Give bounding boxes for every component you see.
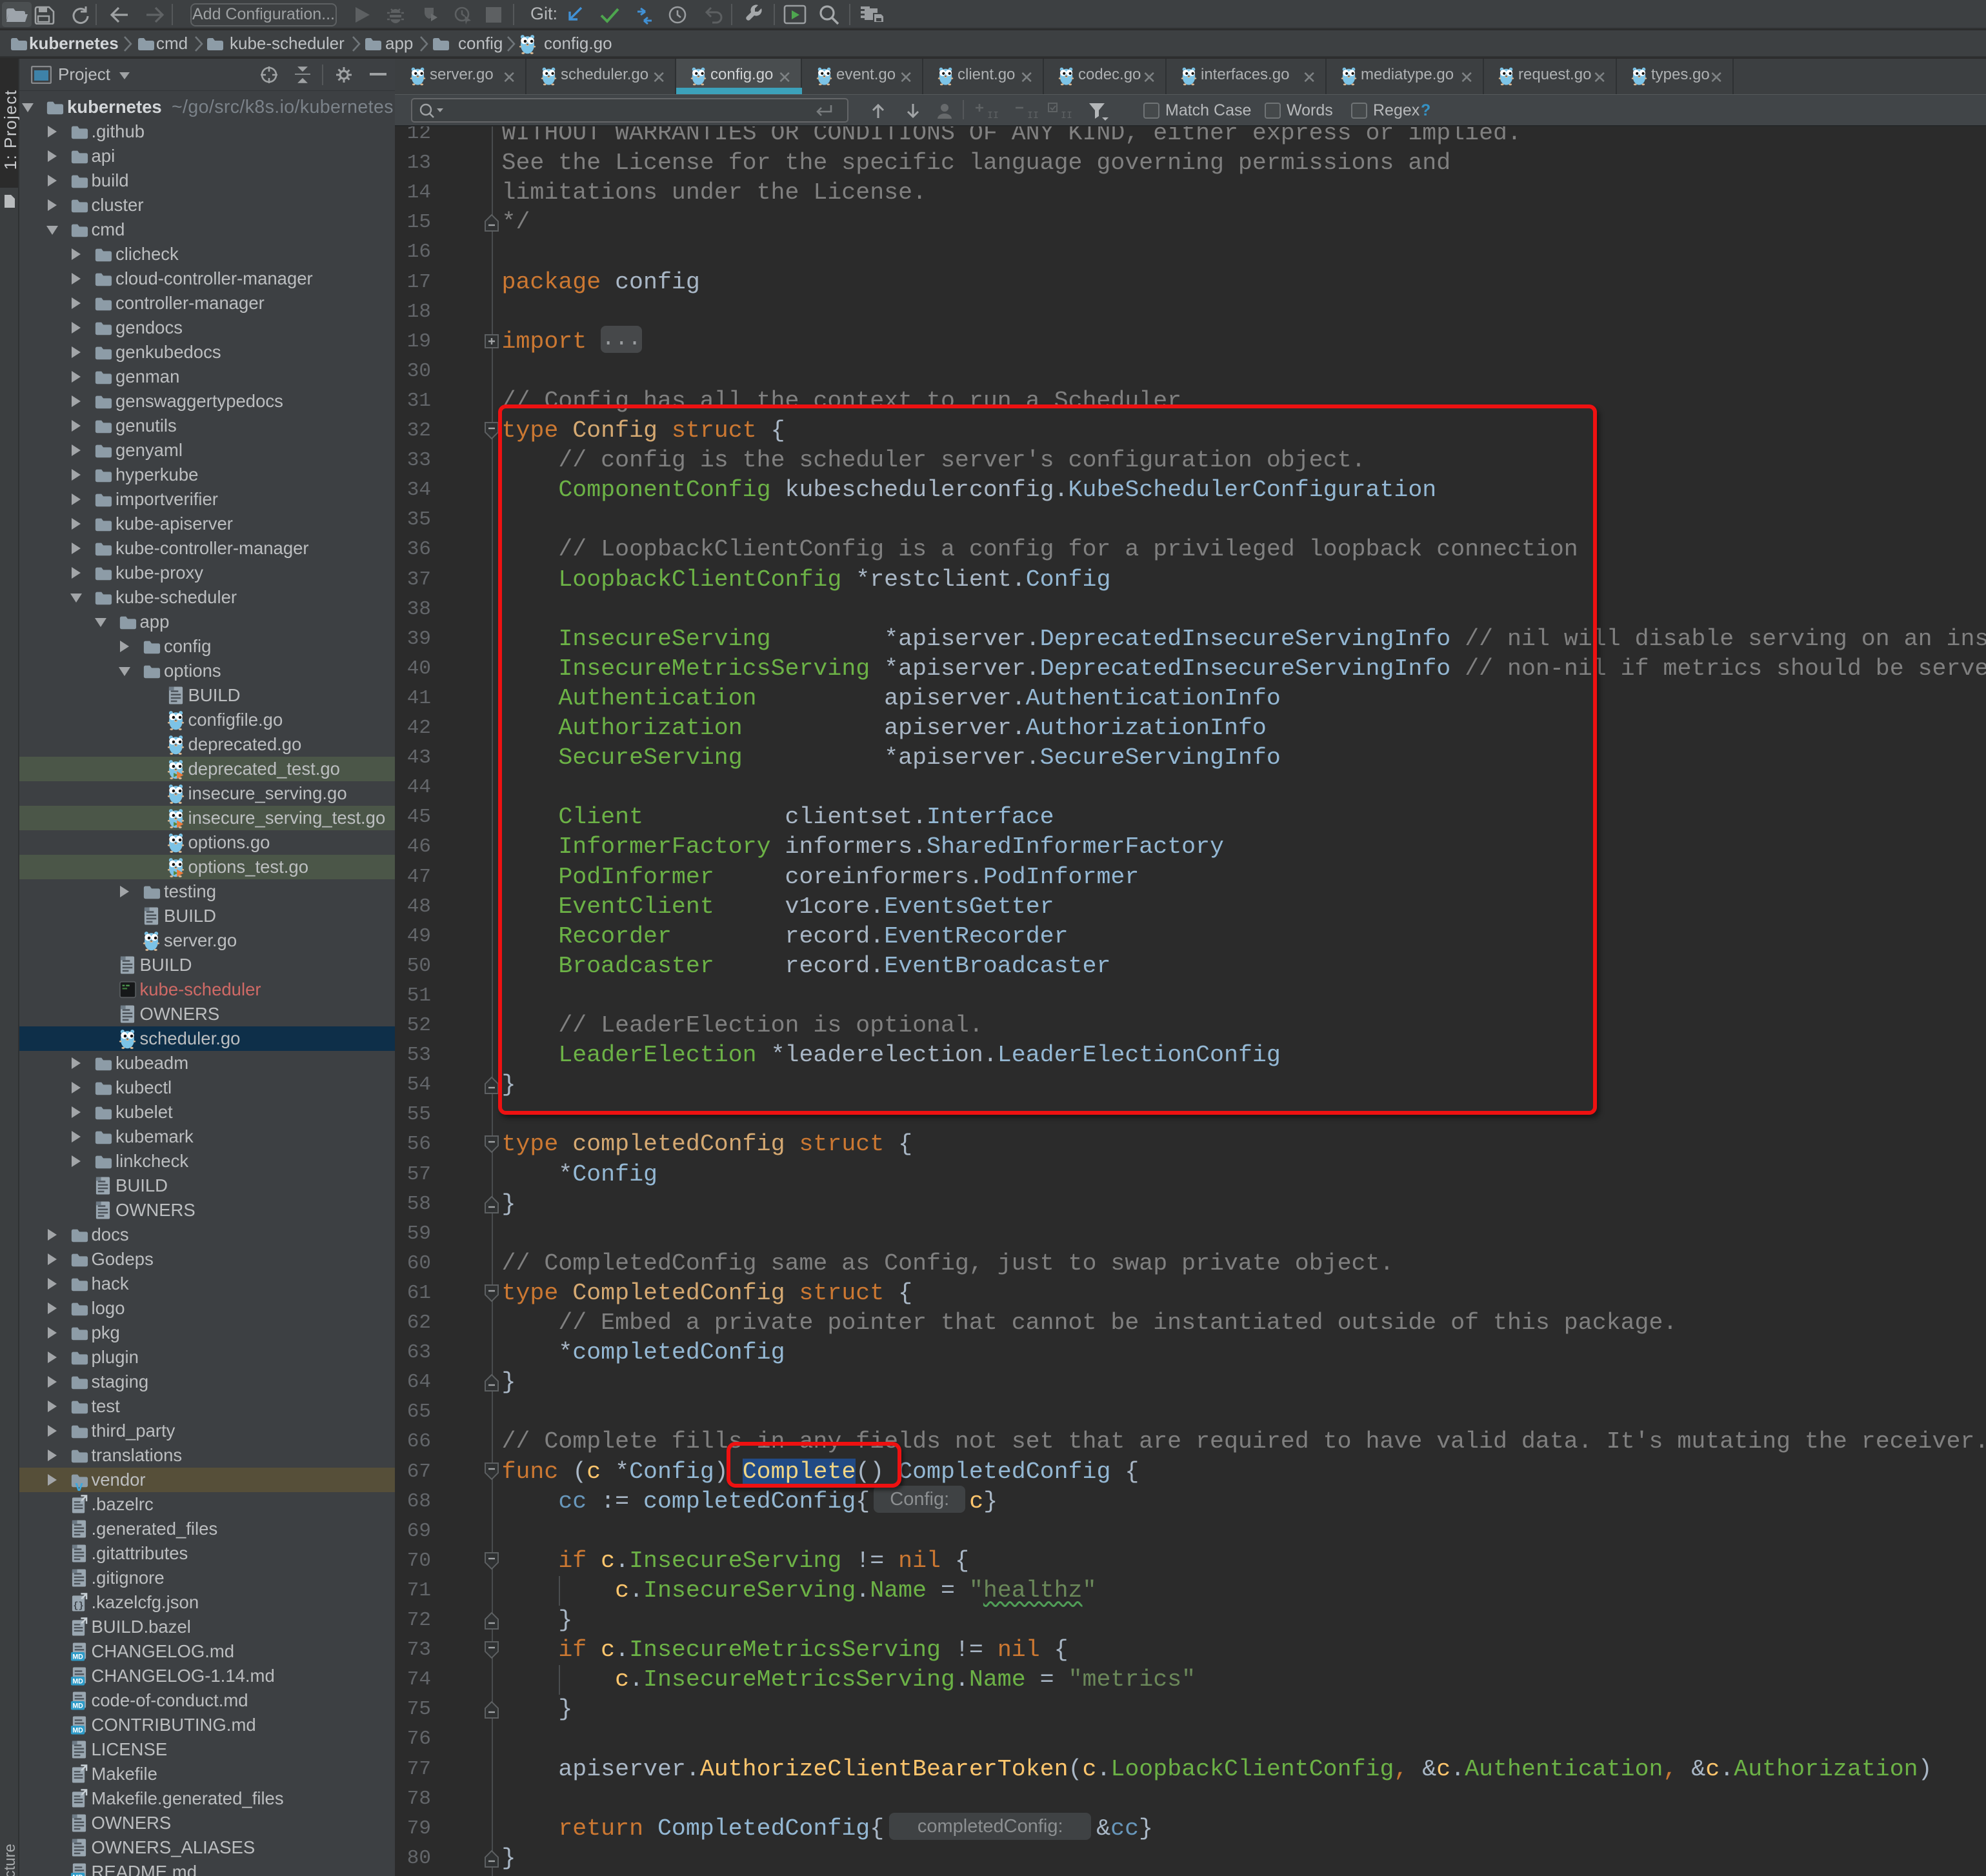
svg-text:II: II [987,110,999,121]
svg-text:II: II [1061,110,1072,121]
svg-text:II: II [1027,110,1039,121]
